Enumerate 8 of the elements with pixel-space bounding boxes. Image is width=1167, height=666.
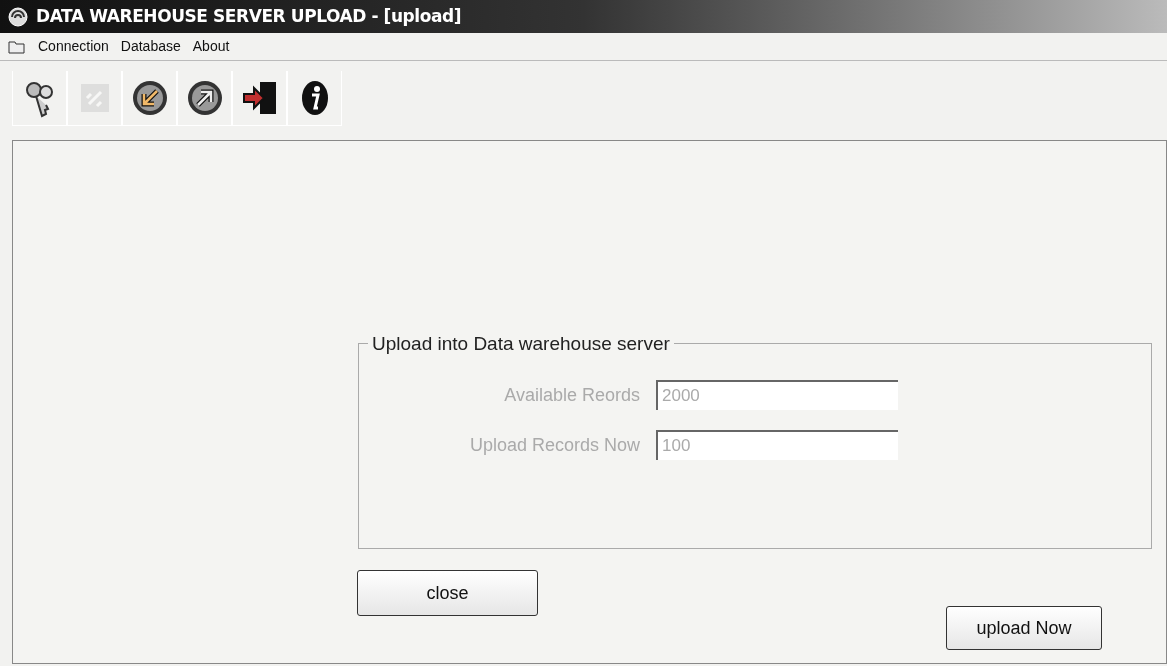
menu-item[interactable]: About: [192, 36, 230, 57]
field-label: Available Reords: [503, 383, 640, 407]
menu-item[interactable]: Database: [120, 36, 181, 57]
close-button[interactable]: close: [357, 570, 538, 616]
upload-button[interactable]: upload Now: [946, 606, 1102, 650]
field-label: Upload Records Now: [468, 433, 640, 457]
menu-item[interactable]: Connection: [38, 36, 109, 57]
window-title: DATA WAREHOUSE SERVER UPLOAD - [upload]: [36, 4, 462, 28]
